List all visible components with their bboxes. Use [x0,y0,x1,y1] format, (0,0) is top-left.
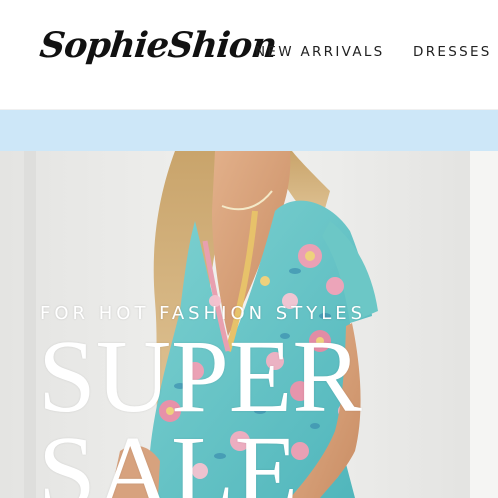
nav-item-dresses[interactable]: DRESSES [413,44,492,60]
hero-banner[interactable]: FOR HOT FASHION STYLES SUPER SALE [0,151,498,498]
main-nav: NEW ARRIVALS DRESSES [255,44,498,62]
brand-logo[interactable]: SophieShion [38,25,278,66]
hero-title: SUPER SALE [38,319,362,498]
page: SophieShion NEW ARRIVALS DRESSES FOR HOT… [0,0,498,498]
site-header: SophieShion NEW ARRIVALS DRESSES [0,0,498,110]
announcement-bar [0,110,498,151]
nav-item-new-arrivals[interactable]: NEW ARRIVALS [255,44,385,60]
